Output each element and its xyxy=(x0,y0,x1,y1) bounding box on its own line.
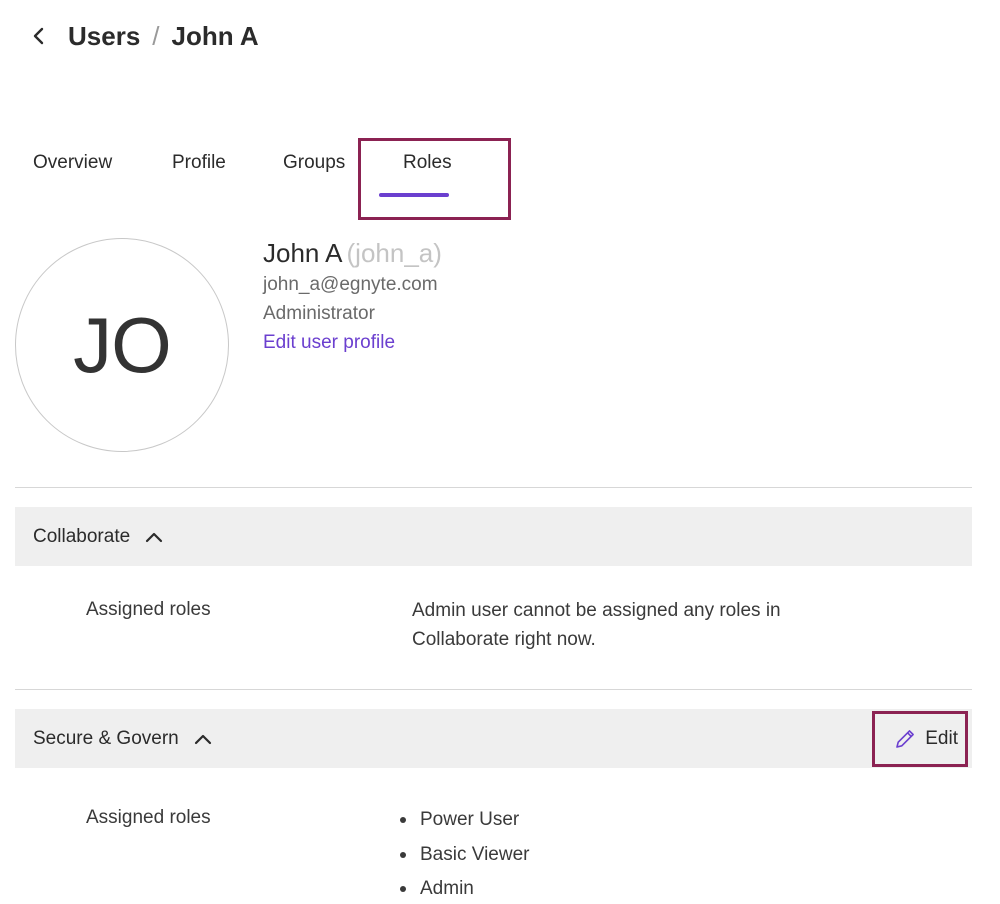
profile-info: John A (john_a) john_a@egnyte.com Adminis… xyxy=(263,236,442,357)
role-name: Power User xyxy=(420,809,520,830)
avatar: JO xyxy=(15,238,229,452)
tab-groups[interactable]: Groups xyxy=(283,152,345,174)
back-button[interactable] xyxy=(24,21,54,51)
section-header-secure-govern[interactable]: Secure & Govern Edit xyxy=(15,709,972,768)
assigned-roles-list: Power User Basic Viewer Admin xyxy=(397,803,529,904)
user-email: john_a@egnyte.com xyxy=(263,274,438,295)
breadcrumb: Users / John A xyxy=(24,14,259,58)
list-item: Power User xyxy=(397,803,529,838)
bullet xyxy=(400,817,406,824)
tab-profile[interactable]: Profile xyxy=(172,152,226,174)
roles-tab-highlight xyxy=(358,138,511,220)
section-header-collaborate[interactable]: Collaborate xyxy=(15,507,972,566)
user-role: Administrator xyxy=(263,303,375,324)
edit-user-profile-link[interactable]: Edit user profile xyxy=(263,328,395,357)
list-item: Admin xyxy=(397,872,529,904)
tab-overview[interactable]: Overview xyxy=(33,152,112,174)
bullet xyxy=(400,886,406,893)
user-username: (john_a) xyxy=(346,238,442,268)
breadcrumb-parent[interactable]: Users xyxy=(68,21,140,52)
bullet xyxy=(400,851,406,858)
assigned-roles-label: Assigned roles xyxy=(86,599,211,620)
assigned-roles-label: Assigned roles xyxy=(86,807,211,828)
role-name: Basic Viewer xyxy=(420,843,530,865)
divider xyxy=(15,487,972,488)
chevron-up-icon[interactable] xyxy=(193,729,213,749)
section-title-secure-govern[interactable]: Secure & Govern xyxy=(33,728,179,750)
user-name: John A xyxy=(263,238,343,268)
chevron-up-icon[interactable] xyxy=(144,527,164,547)
edit-button-highlight xyxy=(872,711,968,767)
chevron-left-icon xyxy=(33,27,44,45)
collaborate-roles-message: Admin user cannot be assigned any roles … xyxy=(412,600,781,650)
page-title: John A xyxy=(171,20,259,51)
section-title-collaborate[interactable]: Collaborate xyxy=(33,526,130,548)
breadcrumb-separator: / xyxy=(152,20,160,51)
role-name: Admin xyxy=(420,878,474,899)
user-name-line: John A (john_a) xyxy=(263,236,442,270)
list-item: Basic Viewer xyxy=(397,838,529,873)
avatar-initials: JO xyxy=(73,300,172,389)
divider xyxy=(15,689,972,690)
